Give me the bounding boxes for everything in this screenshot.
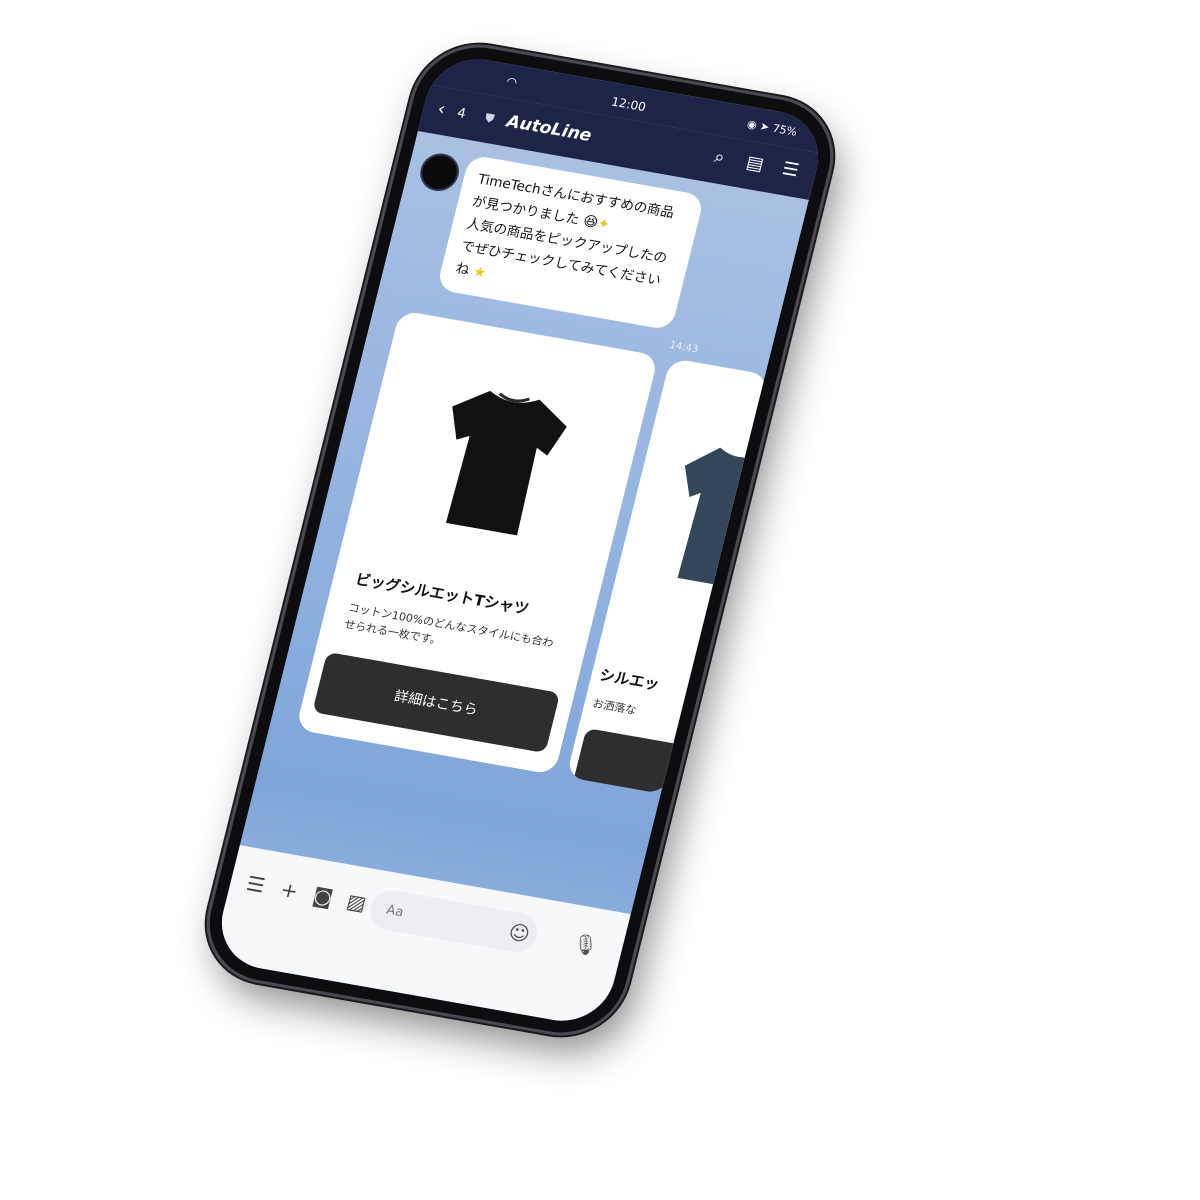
sparkle-icon: ✦ [595, 215, 612, 234]
status-right: ◉ ➤ 75% [745, 117, 799, 139]
app-screen: ◠ 12:00 ◉ ➤ 75% ‹ 4 ⛊ AutoLine ⌕ ▤ ☰ Tim… [211, 51, 829, 1029]
tshirt-image [445, 390, 567, 536]
message-bubble: TimeTechさんにおすすめの商品 が見つかりました 😆✦ 人気の商品をピック… [436, 154, 705, 331]
details-button[interactable] [571, 727, 705, 795]
input-bar: ☰ + ◙ ▨ ☺ 🎙 [211, 845, 631, 1029]
search-icon[interactable]: ⌕ [706, 145, 733, 169]
status-time: 12:00 [609, 94, 648, 115]
mic-icon[interactable]: 🎙 [570, 931, 601, 959]
camera-icon[interactable]: ◙ [309, 883, 337, 910]
phone-frame: ◠ 12:00 ◉ ➤ 75% ‹ 4 ⛊ AutoLine ⌕ ▤ ☰ Tim… [196, 37, 844, 1043]
avatar[interactable] [416, 150, 463, 195]
unread-count[interactable]: 4 [456, 106, 468, 122]
message-text: ね [453, 260, 472, 279]
plus-icon[interactable]: + [276, 877, 304, 904]
message-time: 14:43 [668, 339, 700, 356]
chat-title: AutoLine [504, 111, 594, 146]
notes-icon[interactable]: ▤ [742, 151, 769, 175]
side-button [771, 334, 794, 403]
product-description: コットン100%のどんなスタイルにも合わせられる一枚です。 [342, 601, 555, 650]
star-emoji-icon: ★ [471, 263, 488, 282]
battery-level: 75% [771, 121, 799, 139]
hamburger-icon[interactable]: ☰ [777, 158, 804, 182]
wifi-icon: ◠ [504, 74, 519, 90]
product-description: お洒落な [591, 696, 638, 718]
image-icon[interactable]: ▨ [343, 889, 371, 916]
tshirt-image [677, 447, 770, 589]
details-button[interactable]: 詳細はこちら [312, 651, 561, 754]
shield-icon: ⛊ [483, 110, 496, 126]
menu-icon[interactable]: ☰ [242, 871, 270, 898]
header-actions: ⌕ ▤ ☰ [706, 145, 804, 182]
back-icon[interactable]: ‹ [435, 99, 447, 121]
input-actions: ☰ + ◙ ▨ [242, 871, 370, 916]
product-title: シルエッ [597, 665, 662, 694]
